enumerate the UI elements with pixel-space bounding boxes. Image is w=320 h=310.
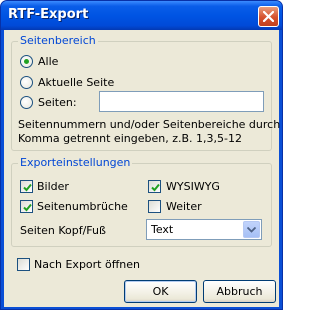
- checkbox-wysiwyg[interactable]: [148, 180, 161, 193]
- close-icon: [263, 11, 274, 22]
- radio-current-page-label: Aktuelle Seite: [38, 76, 115, 89]
- chevron-down-icon: [247, 227, 256, 233]
- export-settings-legend: Exporteinstellungen: [18, 156, 133, 169]
- checkbox-open-after-export-label: Nach Export öffnen: [34, 258, 141, 271]
- radio-pages-label: Seiten:: [38, 96, 77, 109]
- checkbox-open-after-export[interactable]: [17, 258, 30, 271]
- dialog-body: Seitenbereich Alle Aktuelle Seite Seiten…: [4, 30, 281, 307]
- cancel-button[interactable]: Abbruch: [203, 280, 276, 303]
- ok-button[interactable]: OK: [124, 280, 197, 303]
- page-range-hint-line2: Komma getrennt eingeben, z.B. 1,3,5-12: [18, 132, 242, 145]
- pages-input[interactable]: [99, 91, 264, 112]
- checkbox-wysiwyg-label: WYSIWYG: [166, 180, 220, 193]
- radio-all-label: Alle: [38, 55, 59, 68]
- window-title: RTF-Export: [8, 7, 89, 22]
- radio-current-page[interactable]: [20, 76, 33, 89]
- checkbox-continue[interactable]: [148, 200, 161, 213]
- close-button[interactable]: [258, 6, 279, 27]
- header-footer-select[interactable]: Text: [146, 219, 262, 240]
- checkbox-page-breaks-label: Seitenumbrüche: [37, 200, 128, 213]
- dialog-window: RTF-Export Seitenbereich Alle Aktuelle S…: [0, 0, 283, 310]
- checkbox-continue-label: Weiter: [166, 200, 202, 213]
- radio-all[interactable]: [20, 55, 33, 68]
- radio-pages[interactable]: [20, 96, 33, 109]
- page-range-hint-line1: Seitennummern und/oder Seitenbereiche du…: [18, 118, 281, 131]
- page-range-legend: Seitenbereich: [18, 34, 98, 47]
- checkmark-icon: [23, 183, 32, 192]
- checkbox-images[interactable]: [20, 180, 33, 193]
- header-footer-select-value: Text: [151, 223, 174, 236]
- header-footer-label: Seiten Kopf/Fuß: [20, 224, 106, 237]
- checkmark-icon: [23, 203, 32, 212]
- checkbox-images-label: Bilder: [37, 180, 69, 193]
- checkbox-page-breaks[interactable]: [20, 200, 33, 213]
- title-bar[interactable]: RTF-Export: [1, 1, 282, 30]
- dropdown-arrow-button[interactable]: [243, 221, 260, 238]
- checkmark-icon: [151, 183, 160, 192]
